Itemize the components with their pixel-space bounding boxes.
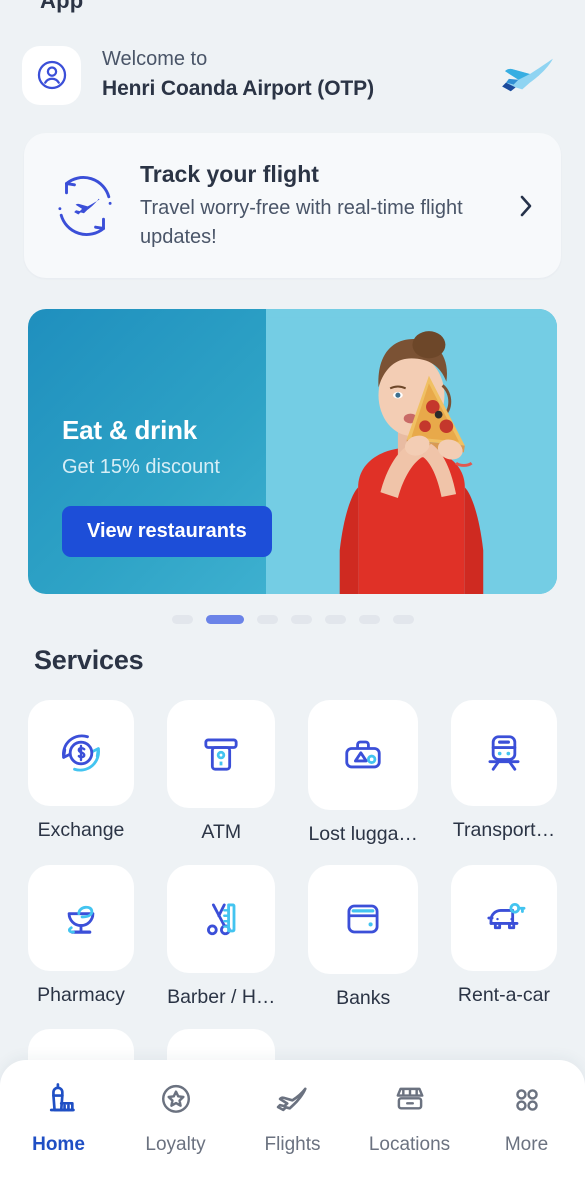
- bottom-navigation: Home Loyalty Flights Locations More: [0, 1060, 585, 1183]
- chevron-right-icon[interactable]: [513, 193, 539, 219]
- service-tile[interactable]: Exchange: [28, 700, 135, 846]
- service-tile[interactable]: Pharmacy: [28, 864, 135, 1011]
- nav-item-flights[interactable]: Flights: [234, 1080, 351, 1156]
- clipped-top-text: App: [40, 0, 84, 13]
- view-restaurants-button[interactable]: View restaurants: [62, 506, 272, 557]
- carousel-dot[interactable]: [256, 615, 278, 624]
- app-header: Welcome to Henri Coanda Airport (OTP): [22, 38, 563, 112]
- airplane-logo-icon: [502, 58, 553, 92]
- nav-item-loyalty[interactable]: Loyalty: [117, 1080, 234, 1156]
- pharmacy-bowl-icon: [28, 864, 135, 971]
- service-tile[interactable]: Barber / H…: [167, 864, 276, 1011]
- control-tower-icon: [39, 1080, 79, 1125]
- service-label: Pharmacy: [37, 983, 125, 1006]
- nav-label: Home: [32, 1134, 85, 1155]
- promo-title: Eat & drink: [62, 415, 198, 445]
- promo-banner[interactable]: Eat & drink Get 15% discount View restau…: [28, 309, 557, 594]
- lost-luggage-icon: [308, 700, 418, 810]
- carousel-dot[interactable]: [205, 615, 244, 624]
- service-label: Exchange: [37, 819, 125, 842]
- track-flight-subtitle: Travel worry-free with real-time flight …: [140, 197, 463, 249]
- welcome-greeting: Welcome to: [102, 48, 208, 71]
- atm-machine-icon: [167, 700, 276, 809]
- service-label: Transport…: [452, 819, 556, 842]
- wallet-bank-icon: [308, 864, 418, 974]
- storefront-icon: [390, 1080, 430, 1125]
- nav-label: Locations: [368, 1134, 451, 1155]
- carousel-dot[interactable]: [324, 615, 346, 624]
- promo-subtitle: Get 15% discount: [62, 456, 220, 478]
- track-flight-title: Track your flight: [140, 161, 319, 187]
- service-tile[interactable]: Transport…: [450, 700, 557, 846]
- service-label: Lost lugga…: [308, 822, 418, 845]
- promo-copy: Eat & drink Get 15% discount View restau…: [62, 415, 272, 557]
- service-label: Barber / H…: [167, 985, 276, 1008]
- airport-name: Henri Coanda Airport (OTP): [102, 77, 374, 101]
- carousel-dot[interactable]: [171, 615, 193, 624]
- currency-exchange-icon: [28, 700, 135, 807]
- grid-dots-icon: [507, 1080, 547, 1125]
- track-flight-card[interactable]: Track your flight Travel worry-free with…: [24, 133, 561, 279]
- barber-scissors-comb-icon: [167, 864, 276, 973]
- service-label: Rent-a-car: [457, 983, 551, 1006]
- carousel-dots[interactable]: [0, 615, 585, 624]
- promo-image: [266, 309, 557, 594]
- nav-label: More: [504, 1134, 549, 1155]
- nav-label: Flights: [264, 1134, 321, 1155]
- nav-item-more[interactable]: More: [468, 1080, 585, 1156]
- rent-a-car-key-icon: [450, 864, 557, 971]
- service-tile[interactable]: ATM: [167, 700, 276, 846]
- carousel-dot[interactable]: [290, 615, 312, 624]
- service-label: Banks: [336, 987, 391, 1009]
- services-heading: Services: [34, 645, 144, 675]
- welcome-block: Welcome to Henri Coanda Airport (OTP): [102, 45, 497, 104]
- track-flight-text: Track your flight Travel worry-free with…: [140, 159, 513, 252]
- service-tile[interactable]: Banks: [308, 864, 418, 1011]
- nav-item-locations[interactable]: Locations: [351, 1080, 468, 1156]
- service-tile[interactable]: Rent-a-car: [450, 864, 557, 1011]
- avatar[interactable]: [22, 45, 81, 105]
- nav-label: Loyalty: [145, 1134, 206, 1155]
- departing-plane-icon: [273, 1080, 313, 1125]
- service-label: ATM: [201, 821, 242, 844]
- nav-item-home[interactable]: Home: [0, 1080, 117, 1156]
- star-circle-icon: [156, 1080, 196, 1125]
- user-circle-icon: [37, 60, 66, 90]
- carousel-dot[interactable]: [392, 615, 414, 624]
- train-transport-icon: [450, 700, 557, 807]
- carousel-dot[interactable]: [358, 615, 380, 624]
- flight-tracking-icon: [58, 175, 112, 236]
- app-screen: App Welcome to Henri Coanda Airport (OTP…: [0, 0, 585, 1183]
- service-tile[interactable]: Lost lugga…: [308, 700, 418, 846]
